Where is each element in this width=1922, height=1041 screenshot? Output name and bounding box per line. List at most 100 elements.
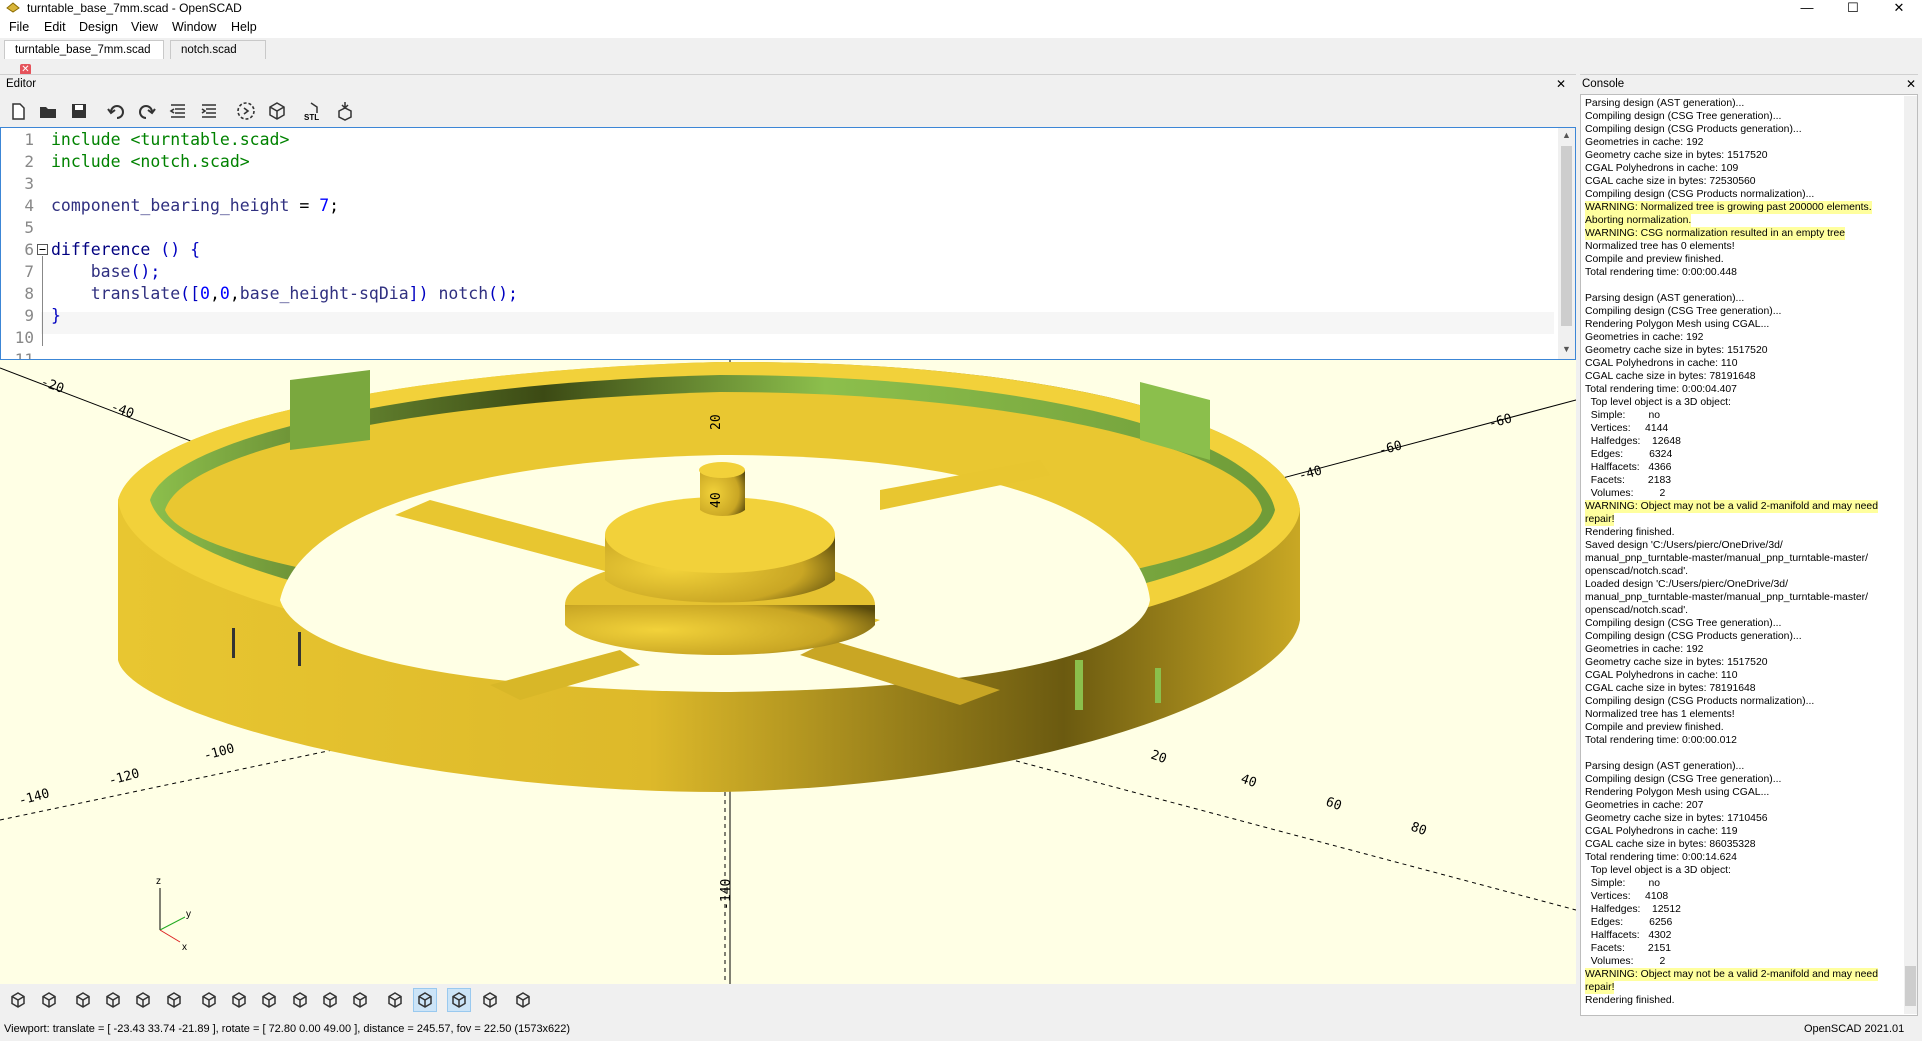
console-close-button[interactable]: ✕	[1906, 75, 1916, 93]
code-line[interactable]: base();	[51, 262, 161, 281]
axis-scale-label: 20	[1149, 748, 1169, 767]
axis-scale-label: -140	[719, 879, 734, 910]
export-stl-icon[interactable]: STL	[303, 100, 325, 122]
maximize-button[interactable]: ☐	[1830, 0, 1876, 16]
preview-icon[interactable]	[7, 989, 29, 1011]
close-window-button[interactable]: ✕	[1876, 0, 1922, 16]
notch-slot	[1075, 660, 1083, 710]
menu-view[interactable]: View	[131, 20, 158, 34]
render-icon[interactable]	[38, 989, 60, 1011]
right-view-icon[interactable]	[198, 989, 220, 1011]
console-line: Compile and preview finished.	[1585, 254, 1724, 265]
indent-icon[interactable]	[198, 100, 220, 122]
console-line: Compiling design (CSG Tree generation)..…	[1585, 618, 1782, 629]
menu-design[interactable]: Design	[79, 20, 118, 34]
console-line: Compiling design (CSG Products normaliza…	[1585, 696, 1815, 707]
menu-edit[interactable]: Edit	[44, 20, 66, 34]
tab-label: notch.scad	[181, 44, 237, 56]
show-edges-icon[interactable]	[512, 989, 534, 1011]
axis-scale-label: 80	[1409, 820, 1429, 839]
editor-close-button[interactable]: ✕	[1556, 75, 1566, 93]
perspective-icon[interactable]	[384, 989, 406, 1011]
render-icon[interactable]	[266, 100, 288, 122]
editor-scrollbar[interactable]: ▲ ▼	[1558, 128, 1575, 359]
tab-turntable-base[interactable]: turntable_base_7mm.scad✕	[4, 40, 164, 75]
code-token: }	[51, 306, 61, 325]
front-view-icon[interactable]	[319, 989, 341, 1011]
zoom-out-icon[interactable]	[132, 989, 154, 1011]
code-line[interactable]: }	[51, 306, 61, 325]
notch-slot	[1155, 668, 1161, 703]
console-line: Vertices: 4144	[1585, 423, 1669, 434]
editor-scrollbar-thumb[interactable]	[1561, 146, 1572, 326]
console-line: Geometry cache size in bytes: 1517520	[1585, 150, 1768, 161]
fold-marker-icon[interactable]	[37, 244, 49, 256]
tab-notch[interactable]: notch.scad	[170, 40, 266, 59]
notch-slot	[232, 628, 235, 658]
code-token: =	[289, 196, 320, 215]
show-axes-icon[interactable]	[447, 988, 471, 1012]
console-line: openscad/notch.scad'.	[1585, 566, 1689, 577]
orthogonal-icon[interactable]	[413, 988, 437, 1012]
undo-icon[interactable]	[105, 100, 127, 122]
save-icon[interactable]	[68, 100, 90, 122]
console-line: Compiling design (CSG Tree generation)..…	[1585, 306, 1782, 317]
show-scale-markers-icon[interactable]	[479, 989, 501, 1011]
open-file-icon[interactable]	[37, 100, 59, 122]
console-line: Simple: no	[1585, 878, 1661, 889]
menu-file[interactable]: File	[9, 20, 29, 34]
zoom-in-icon[interactable]	[102, 989, 124, 1011]
reset-view-icon[interactable]	[163, 989, 185, 1011]
console-line: Geometries in cache: 192	[1585, 644, 1704, 655]
code-token: () {	[150, 240, 201, 259]
menu-help[interactable]: Help	[231, 20, 257, 34]
code-line[interactable]: difference () {	[51, 240, 200, 259]
redo-icon[interactable]	[136, 100, 158, 122]
console-line: Halffacets: 4302	[1585, 930, 1672, 941]
console-line: manual_pnp_turntable-master/manual_pnp_t…	[1585, 592, 1869, 603]
code-token: ])	[408, 284, 429, 303]
console-line: Compiling design (CSG Tree generation)..…	[1585, 111, 1782, 122]
console-warning-line: WARNING: CSG normalization resulted in a…	[1585, 227, 1846, 240]
console-line: Total rendering time: 0:00:14.624	[1585, 852, 1737, 863]
line-number: 11	[14, 350, 34, 360]
title-bar: turntable_base_7mm.scad - OpenSCAD — ☐ ✕	[0, 0, 1922, 16]
code-token: translate	[51, 284, 181, 303]
gizmo-x-label: x	[182, 942, 187, 953]
send-to-print-icon[interactable]	[334, 100, 356, 122]
code-line[interactable]: component_bearing_height = 7;	[51, 196, 339, 215]
console-scrollbar[interactable]	[1904, 96, 1917, 1014]
code-token: notch	[428, 284, 489, 303]
menu-window[interactable]: Window	[172, 20, 216, 34]
back-view-icon[interactable]	[349, 989, 371, 1011]
axis-scale-label: 20	[709, 414, 724, 430]
openscad-logo-icon	[6, 2, 20, 13]
code-editor[interactable]: 1 2 3 4 5 6 7 8 9 10 11 include <turntable.scad> in…	[0, 127, 1576, 360]
left-view-icon[interactable]	[289, 989, 311, 1011]
view-all-icon[interactable]	[72, 989, 94, 1011]
3d-viewport[interactable]: -20 -40 20 40 -40 -60 -60 -140 -120 -100…	[0, 360, 1576, 984]
console-line: Parsing design (AST generation)...	[1585, 293, 1745, 304]
window-title: turntable_base_7mm.scad - OpenSCAD	[27, 1, 242, 15]
code-token: ;	[329, 196, 340, 215]
code-token: 0	[219, 284, 230, 303]
console-line: Volumes: 2	[1585, 488, 1666, 499]
preview-icon[interactable]	[235, 100, 257, 122]
code-line[interactable]: include <turntable.scad>	[51, 130, 289, 149]
console-line: Volumes: 2	[1585, 956, 1666, 967]
bottom-view-icon[interactable]	[258, 989, 280, 1011]
axis-scale-label: -40	[1297, 463, 1324, 484]
console-output[interactable]: Parsing design (AST generation)... Compil…	[1580, 94, 1918, 1016]
minimize-button[interactable]: —	[1784, 0, 1830, 16]
line-number: 9	[24, 306, 34, 325]
line-number: 6	[24, 240, 34, 259]
console-scrollbar-thumb[interactable]	[1905, 966, 1916, 1006]
console-line: Parsing design (AST generation)...	[1585, 98, 1745, 109]
unindent-icon[interactable]	[167, 100, 189, 122]
code-line[interactable]: translate([0,0,base_height-sqDia]) notch…	[51, 284, 518, 303]
new-file-icon[interactable]	[7, 100, 29, 122]
spindle-top	[699, 462, 745, 478]
code-line[interactable]: include <notch.scad>	[51, 152, 250, 171]
top-view-icon[interactable]	[228, 989, 250, 1011]
console-warning-line: repair!	[1585, 981, 1615, 994]
